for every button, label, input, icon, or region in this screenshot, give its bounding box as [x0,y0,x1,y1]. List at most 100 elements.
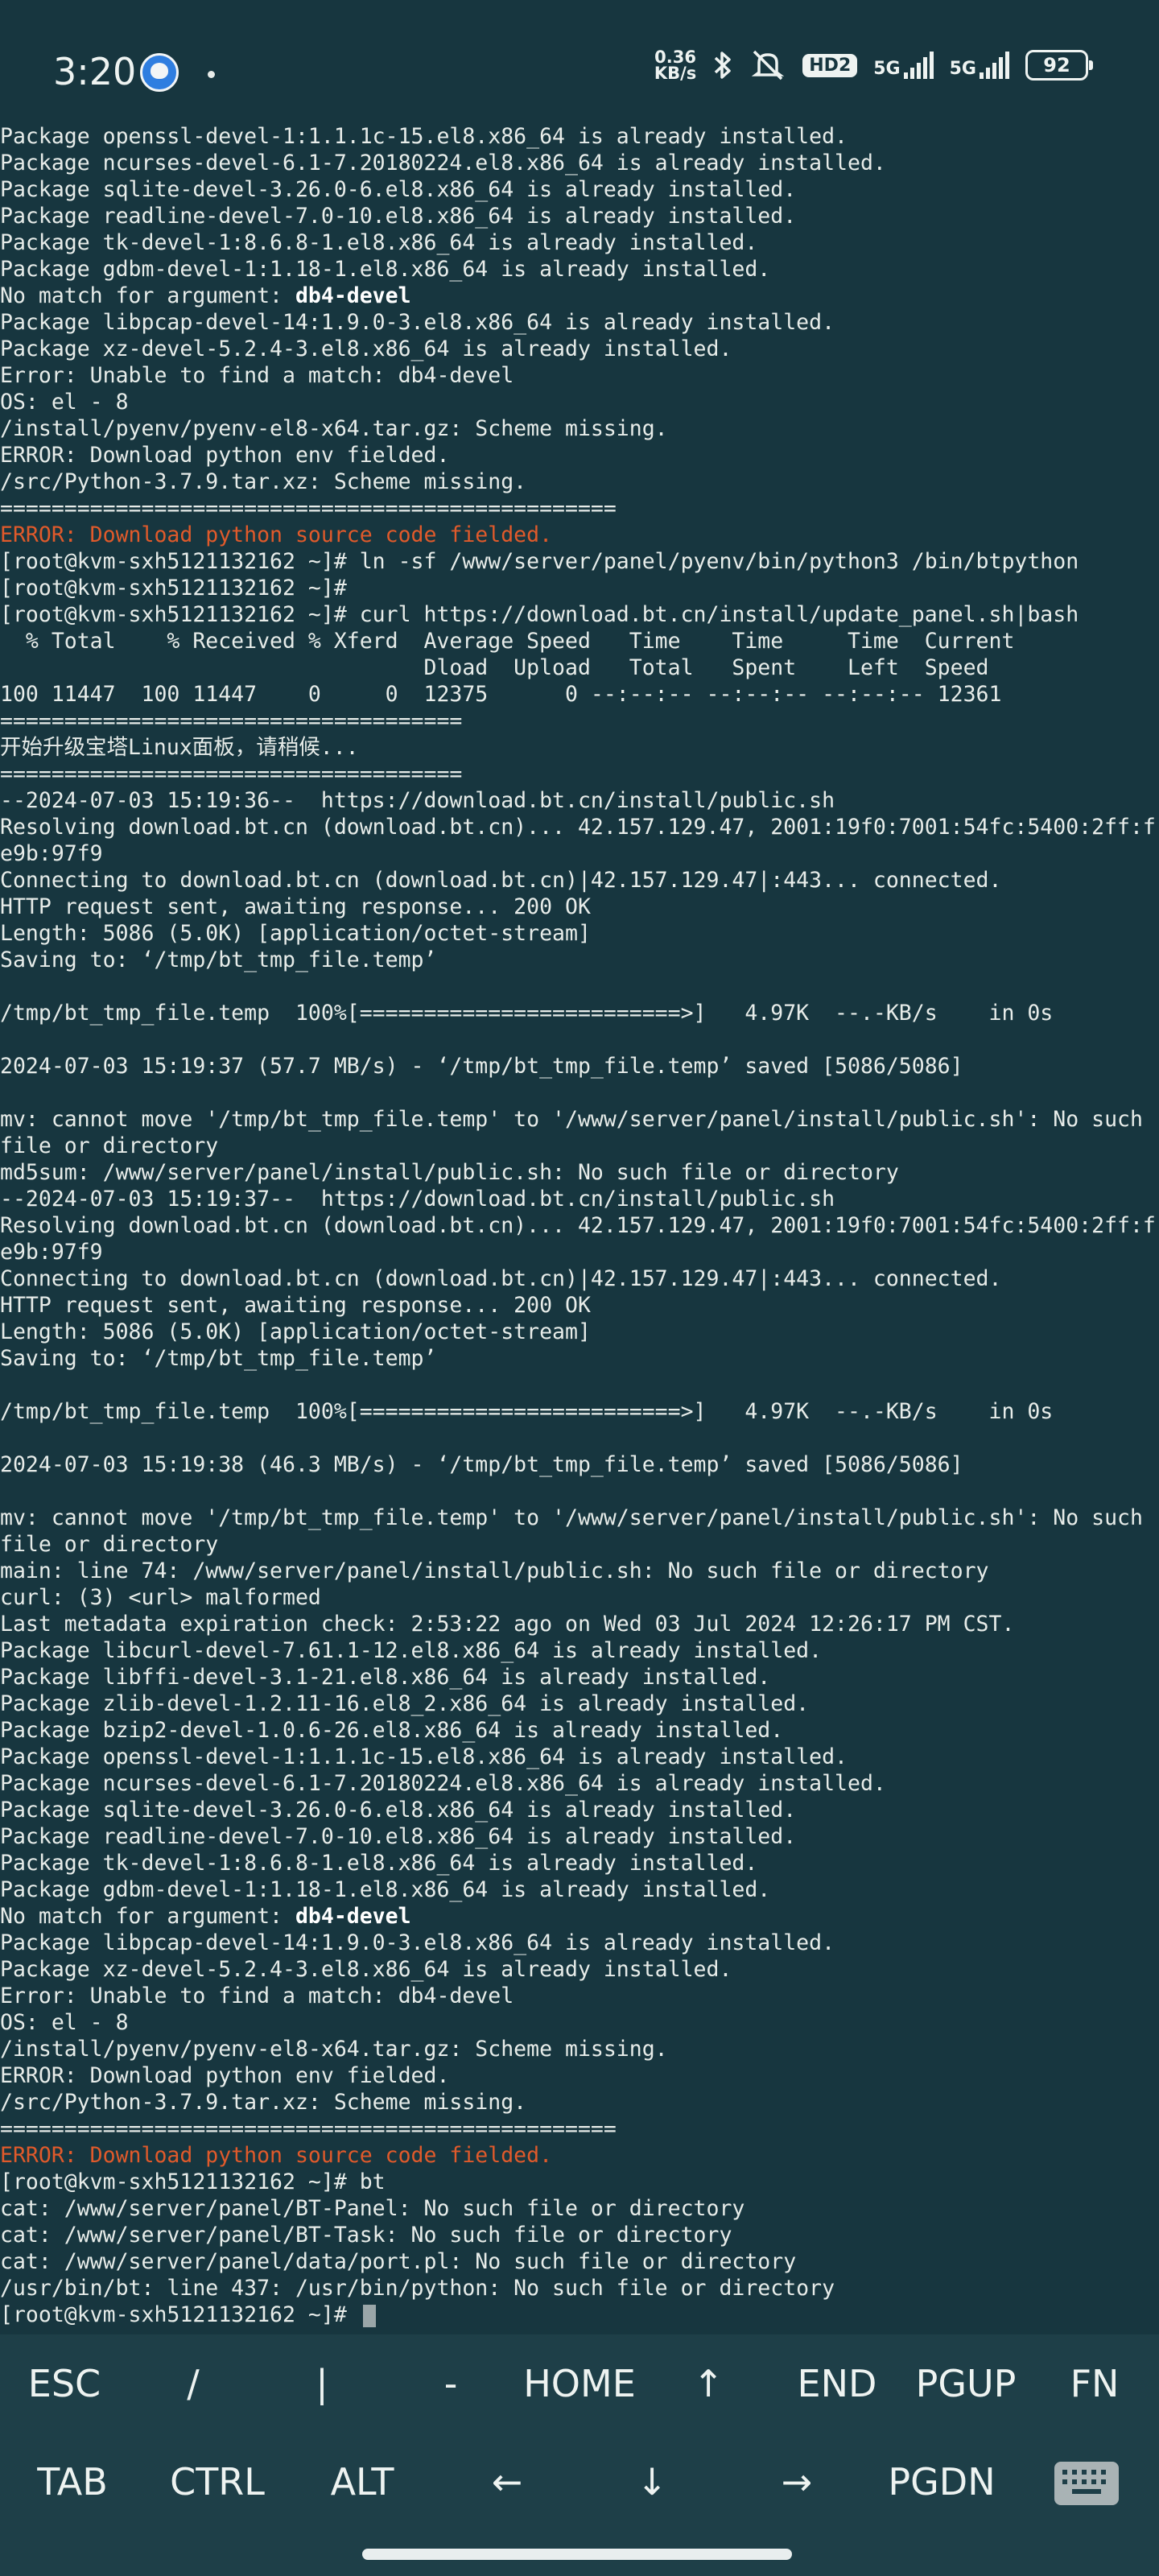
key-up-arrow[interactable]: ↑ [644,2362,773,2405]
terminal-line: cat: /www/server/panel/BT-Panel: No such… [0,2195,1159,2222]
key-left-arrow[interactable]: ← [435,2460,580,2504]
key-tab[interactable]: TAB [0,2460,145,2504]
key-alt[interactable]: ALT [290,2460,435,2504]
sim1-signal: 5G [873,52,934,79]
terminal-line-text: cat: /www/server/panel/BT-Panel: No such… [0,2196,745,2221]
extra-keys-bar: ESC / | - HOME ↑ END PGUP FN TAB CTRL ALT ← ↓ → PGDN [0,2334,1159,2536]
terminal-line: [root@kvm-sxh5121132162 ~]# [0,575,1159,601]
terminal-line: Package libffi-devel-3.1-21.el8.x86_64 i… [0,1664,1159,1690]
terminal-line: HTTP request sent, awaiting response... … [0,894,1159,920]
terminal-line-text: OS: el - 8 [0,2010,129,2035]
terminal-line-text: ========================================… [0,496,617,521]
network-speed: 0.36 KB/s [654,47,696,82]
terminal-line: Length: 5086 (5.0K) [application/octet-s… [0,1319,1159,1345]
terminal-line: OS: el - 8 [0,389,1159,415]
terminal-line-text: Package ncurses-devel-6.1-7.20180224.el8… [0,1771,886,1796]
key-esc[interactable]: ESC [0,2362,129,2405]
terminal-line: cat: /www/server/panel/data/port.pl: No … [0,2248,1159,2275]
terminal-line-text: ERROR: Download python source code field… [0,2143,553,2168]
terminal-line-text: Last metadata expiration check: 2:53:22 … [0,1612,1015,1637]
terminal-line: No match for argument: db4-devel [0,1903,1159,1930]
terminal-line: [root@kvm-sxh5121132162 ~]# ln -sf /www/… [0,548,1159,575]
terminal-line: Package sqlite-devel-3.26.0-6.el8.x86_64… [0,1797,1159,1823]
terminal-line-text: Package tk-devel-1:8.6.8-1.el8.x86_64 is… [0,230,758,255]
sim1-network-type: 5G [873,59,901,79]
terminal-line-text: /install/pyenv/pyenv-el8-x64.tar.gz: Sch… [0,2037,668,2062]
terminal-line: Package ncurses-devel-6.1-7.20180224.el8… [0,1770,1159,1797]
terminal-line-text: Package bzip2-devel-1.0.6-26.el8.x86_64 … [0,1718,784,1743]
terminal-line-text: No match for argument: [0,1904,295,1929]
key-ctrl[interactable]: CTRL [145,2460,290,2504]
key-home[interactable]: HOME [515,2362,644,2405]
home-gesture-bar[interactable] [362,2549,792,2560]
terminal-line: Saving to: ‘/tmp/bt_tmp_file.temp’ [0,947,1159,973]
toggle-keyboard-button[interactable] [1014,2458,1159,2505]
terminal-line: /src/Python-3.7.9.tar.xz: Scheme missing… [0,469,1159,495]
terminal-line-text: OS: el - 8 [0,390,129,415]
network-speed-value: 0.36 [654,47,696,67]
terminal-line-text: ERROR: Download python env fielded. [0,443,450,468]
key-fn[interactable]: FN [1030,2362,1159,2405]
terminal-line-text: Length: 5086 (5.0K) [application/octet-s… [0,921,591,946]
terminal-line: main: line 74: /www/server/panel/install… [0,1558,1159,1584]
missing-package-name: db4-devel [295,1904,411,1929]
terminal-line-text: [root@kvm-sxh5121132162 ~]# bt [0,2169,386,2194]
sim2-signal: 5G [950,52,1009,79]
terminal-line: ERROR: Download python source code field… [0,522,1159,548]
signal-bars-icon [903,52,934,79]
terminal-line: ==================================== [0,708,1159,734]
terminal-output[interactable]: Package openssl-devel-1:1.1.1c-15.el8.x8… [0,123,1159,2329]
terminal-line: ========================================… [0,2116,1159,2142]
terminal-line: Length: 5086 (5.0K) [application/octet-s… [0,920,1159,947]
terminal-line-text: Dload Upload Total Spent Left Speed [0,655,989,680]
terminal-line: Saving to: ‘/tmp/bt_tmp_file.temp’ [0,1345,1159,1372]
terminal-line: OS: el - 8 [0,2009,1159,2036]
extra-keys-row-1: ESC / | - HOME ↑ END PGUP FN [0,2334,1159,2433]
terminal-line-text: /src/Python-3.7.9.tar.xz: Scheme missing… [0,469,527,494]
terminal-line-text: Saving to: ‘/tmp/bt_tmp_file.temp’ [0,947,437,972]
terminal-line: 2024-07-03 15:19:38 (46.3 MB/s) - ‘/tmp/… [0,1451,1159,1478]
terminal-line: --2024-07-03 15:19:37-- https://download… [0,1186,1159,1212]
terminal-line-text: Package libffi-devel-3.1-21.el8.x86_64 i… [0,1665,771,1690]
terminal-line-text: Package libpcap-devel-14:1.9.0-3.el8.x86… [0,1930,835,1955]
terminal-line: e9b:97f9 [0,1239,1159,1265]
terminal-line-text: Package sqlite-devel-3.26.0-6.el8.x86_64… [0,177,797,202]
key-dash[interactable]: - [386,2362,515,2405]
terminal-line-text: ERROR: Download python source code field… [0,522,553,547]
key-pgup[interactable]: PGUP [901,2362,1030,2405]
bluetooth-icon [715,52,732,79]
terminal-line-text: [root@kvm-sxh5121132162 ~]# [0,576,347,601]
terminal-line-text: 2024-07-03 15:19:37 (57.7 MB/s) - ‘/tmp/… [0,1054,963,1079]
terminal-line: Resolving download.bt.cn (download.bt.cn… [0,814,1159,840]
terminal-line-text: Package gdbm-devel-1:1.18-1.el8.x86_64 i… [0,1877,771,1902]
terminal-line: /tmp/bt_tmp_file.temp 100%[=============… [0,1000,1159,1026]
terminal-line-text: [root@kvm-sxh5121132162 ~]# ln -sf /www/… [0,549,1079,574]
key-down-arrow[interactable]: ↓ [580,2460,724,2504]
key-slash[interactable]: / [129,2362,258,2405]
terminal-line-text: e9b:97f9 [0,1240,103,1265]
terminal-line: ERROR: Download python source code field… [0,2142,1159,2169]
key-end[interactable]: END [773,2362,901,2405]
terminal-line: /install/pyenv/pyenv-el8-x64.tar.gz: Sch… [0,415,1159,442]
terminal-line: 100 11447 100 11447 0 0 12375 0 --:--:--… [0,681,1159,708]
hd-voice-badge: HD2 [802,53,858,77]
terminal-line-text: ==================================== [0,762,463,786]
terminal-line-text: Package readline-devel-7.0-10.el8.x86_64… [0,204,797,229]
key-pipe[interactable]: | [258,2362,386,2405]
terminal-line-text: Package readline-devel-7.0-10.el8.x86_64… [0,1824,797,1849]
terminal-line-text: e9b:97f9 [0,841,103,866]
key-pgdn[interactable]: PGDN [869,2460,1014,2504]
battery-icon: 92 [1025,50,1093,80]
terminal-line: Package sqlite-devel-3.26.0-6.el8.x86_64… [0,176,1159,203]
terminal-line-text: /usr/bin/bt: line 437: /usr/bin/python: … [0,2276,835,2301]
terminal-line-text: [root@kvm-sxh5121132162 ~]# curl https:/… [0,602,1079,627]
terminal-line: file or directory [0,1133,1159,1159]
terminal-line: Package libpcap-devel-14:1.9.0-3.el8.x86… [0,309,1159,336]
terminal-line-text: Package libcurl-devel-7.61.1-12.el8.x86_… [0,1638,823,1663]
key-right-arrow[interactable]: → [724,2460,869,2504]
terminal-line-text: main: line 74: /www/server/panel/install… [0,1558,989,1583]
terminal-line-text: [root@kvm-sxh5121132162 ~]# [0,2302,360,2327]
terminal-line: Last metadata expiration check: 2:53:22 … [0,1611,1159,1637]
terminal-line: Dload Upload Total Spent Left Speed [0,654,1159,681]
